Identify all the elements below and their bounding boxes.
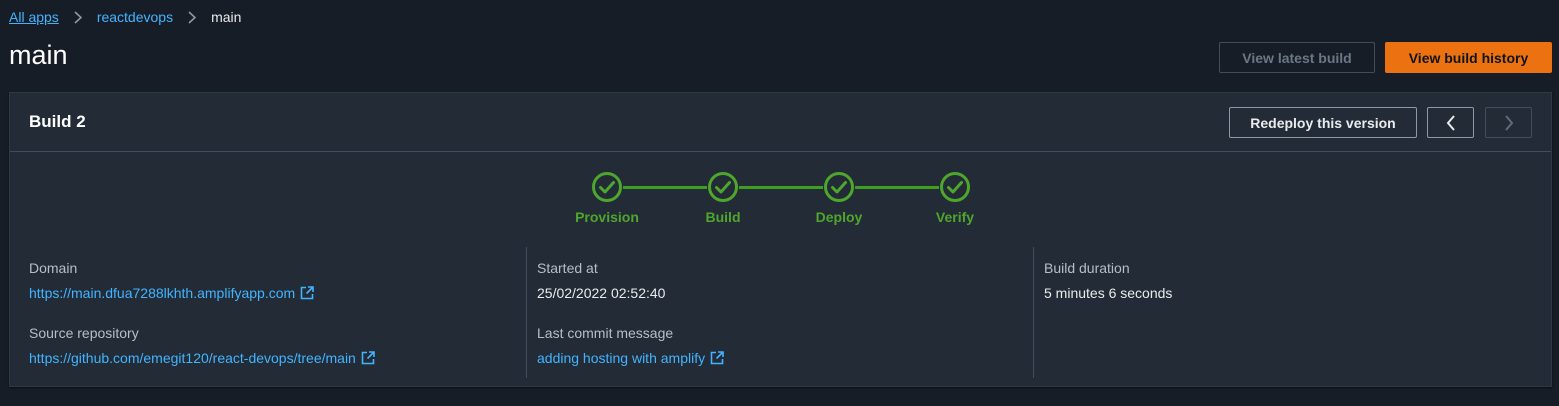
- column-divider: [1033, 247, 1034, 378]
- details-column-2: Started at 25/02/2022 02:52:40 Last comm…: [537, 247, 1017, 377]
- domain-link[interactable]: https://main.dfua7288lkhth.amplifyapp.co…: [29, 285, 314, 301]
- details-column-1: Domain https://main.dfua7288lkhth.amplif…: [29, 247, 509, 377]
- step-label-verify: Verify: [935, 209, 975, 225]
- column-divider: [526, 247, 527, 378]
- external-link-icon: [361, 351, 375, 365]
- check-circle-icon: [824, 172, 854, 202]
- details-column-3: Build duration 5 minutes 6 seconds: [1044, 247, 1524, 377]
- build-panel: Build 2 Redeploy this version Provision …: [9, 92, 1552, 387]
- source-repository-link[interactable]: https://github.com/emegit120/react-devop…: [29, 350, 375, 366]
- domain-label: Domain: [29, 260, 78, 276]
- last-commit-link[interactable]: adding hosting with amplify: [537, 350, 724, 366]
- domain-link-text[interactable]: https://main.dfua7288lkhth.amplifyapp.co…: [29, 285, 295, 301]
- view-latest-build-button[interactable]: View latest build: [1219, 42, 1375, 73]
- external-link-icon: [710, 351, 724, 365]
- chevron-left-icon: [1446, 114, 1455, 131]
- started-at-label: Started at: [537, 260, 598, 276]
- breadcrumb: All apps reactdevops main: [9, 8, 241, 26]
- source-repository-label: Source repository: [29, 325, 139, 341]
- last-commit-label: Last commit message: [537, 325, 674, 341]
- check-circle-icon: [592, 172, 622, 202]
- step-connector: [739, 186, 823, 189]
- view-build-history-button[interactable]: View build history: [1385, 42, 1552, 73]
- breadcrumb-current: main: [211, 9, 242, 25]
- build-duration-label: Build duration: [1044, 260, 1130, 276]
- step-label-provision: Provision: [575, 209, 639, 225]
- step-connector: [855, 186, 939, 189]
- step-label-deploy: Deploy: [815, 209, 863, 225]
- source-repository-link-text[interactable]: https://github.com/emegit120/react-devop…: [29, 350, 356, 366]
- started-at-value: 25/02/2022 02:52:40: [537, 285, 666, 301]
- breadcrumb-reactdevops[interactable]: reactdevops: [97, 9, 173, 25]
- build-panel-header: Build 2 Redeploy this version: [10, 93, 1551, 152]
- external-link-icon: [300, 286, 314, 300]
- previous-build-button[interactable]: [1427, 107, 1474, 138]
- build-duration-value: 5 minutes 6 seconds: [1044, 285, 1173, 301]
- step-connector: [623, 186, 707, 189]
- chevron-right-icon: [59, 10, 97, 24]
- chevron-right-icon: [1504, 114, 1513, 131]
- redeploy-button[interactable]: Redeploy this version: [1229, 107, 1417, 138]
- chevron-right-icon: [173, 10, 211, 24]
- step-label-build: Build: [705, 209, 741, 225]
- check-circle-icon: [940, 172, 970, 202]
- breadcrumb-all-apps[interactable]: All apps: [9, 9, 59, 25]
- next-build-button[interactable]: [1485, 107, 1532, 138]
- check-circle-icon: [708, 172, 738, 202]
- build-title: Build 2: [29, 112, 86, 131]
- page-title: main: [9, 40, 68, 70]
- build-steps: Provision Build Deploy Verify: [10, 169, 1551, 229]
- last-commit-link-text[interactable]: adding hosting with amplify: [537, 350, 705, 366]
